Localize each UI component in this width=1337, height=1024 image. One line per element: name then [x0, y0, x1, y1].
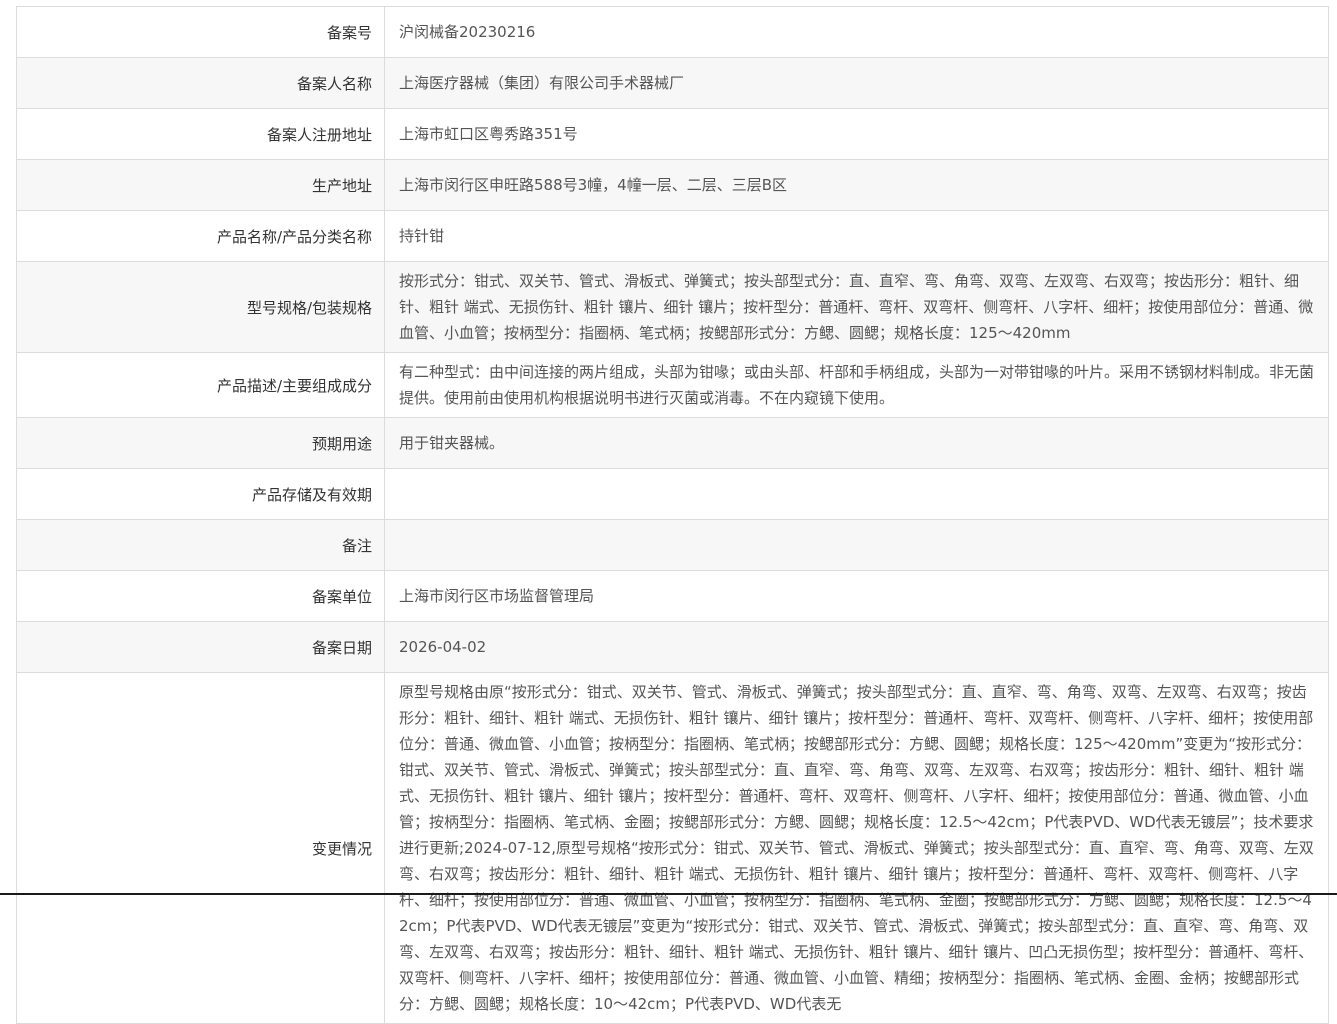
- table-row: 备注: [16, 519, 1329, 571]
- row-value: [384, 519, 1329, 571]
- table-row: 生产地址 上海市闵行区申旺路588号3幢，4幢一层、二层、三层B区: [16, 159, 1329, 211]
- table-row: 备案单位 上海市闵行区市场监督管理局: [16, 570, 1329, 622]
- table-row: 备案日期 2026-04-02: [16, 621, 1329, 673]
- row-value: 按形式分：钳式、双关节、管式、滑板式、弹簧式；按头部型式分：直、直窄、弯、角弯、…: [384, 261, 1329, 353]
- row-label: 备案单位: [16, 570, 385, 622]
- row-value: 上海医疗器械（集团）有限公司手术器械厂: [384, 57, 1329, 109]
- table-row: 变更情况 原型号规格由原“按形式分：钳式、双关节、管式、滑板式、弹簧式；按头部型…: [16, 672, 1329, 1024]
- row-label: 备案号: [16, 6, 385, 58]
- row-label: 备注: [16, 519, 385, 571]
- row-label: 备案人注册地址: [16, 108, 385, 160]
- record-detail-container: 备案号 沪闵械备20230216 备案人名称 上海医疗器械（集团）有限公司手术器…: [16, 6, 1329, 1024]
- row-label: 备案日期: [16, 621, 385, 673]
- row-label: 型号规格/包装规格: [16, 261, 385, 353]
- row-value: 用于钳夹器械。: [384, 417, 1329, 469]
- record-detail-table: 备案号 沪闵械备20230216 备案人名称 上海医疗器械（集团）有限公司手术器…: [16, 6, 1329, 1024]
- row-value: 原型号规格由原“按形式分：钳式、双关节、管式、滑板式、弹簧式；按头部型式分：直、…: [384, 672, 1329, 1024]
- table-row: 产品描述/主要组成成分 有二种型式：由中间连接的两片组成，头部为钳喙；或由头部、…: [16, 352, 1329, 418]
- row-value: 持针钳: [384, 210, 1329, 262]
- table-row: 备案号 沪闵械备20230216: [16, 6, 1329, 58]
- row-label: 生产地址: [16, 159, 385, 211]
- table-row: 产品名称/产品分类名称 持针钳: [16, 210, 1329, 262]
- table-row: 备案人名称 上海医疗器械（集团）有限公司手术器械厂: [16, 57, 1329, 109]
- row-value: 2026-04-02: [384, 621, 1329, 673]
- row-label: 备案人名称: [16, 57, 385, 109]
- row-label: 产品存储及有效期: [16, 468, 385, 520]
- row-value: 有二种型式：由中间连接的两片组成，头部为钳喙；或由头部、杆部和手柄组成，头部为一…: [384, 352, 1329, 418]
- row-value: 沪闵械备20230216: [384, 6, 1329, 58]
- table-row: 型号规格/包装规格 按形式分：钳式、双关节、管式、滑板式、弹簧式；按头部型式分：…: [16, 261, 1329, 353]
- row-label: 预期用途: [16, 417, 385, 469]
- row-value: [384, 468, 1329, 520]
- row-label: 产品描述/主要组成成分: [16, 352, 385, 418]
- row-label: 产品名称/产品分类名称: [16, 210, 385, 262]
- row-value: 上海市虹口区粤秀路351号: [384, 108, 1329, 160]
- row-label: 变更情况: [16, 672, 385, 1024]
- row-value: 上海市闵行区市场监督管理局: [384, 570, 1329, 622]
- page-scrollbar[interactable]: [1329, 0, 1337, 895]
- table-row: 预期用途 用于钳夹器械。: [16, 417, 1329, 469]
- table-row: 备案人注册地址 上海市虹口区粤秀路351号: [16, 108, 1329, 160]
- table-row: 产品存储及有效期: [16, 468, 1329, 520]
- row-value: 上海市闵行区申旺路588号3幢，4幢一层、二层、三层B区: [384, 159, 1329, 211]
